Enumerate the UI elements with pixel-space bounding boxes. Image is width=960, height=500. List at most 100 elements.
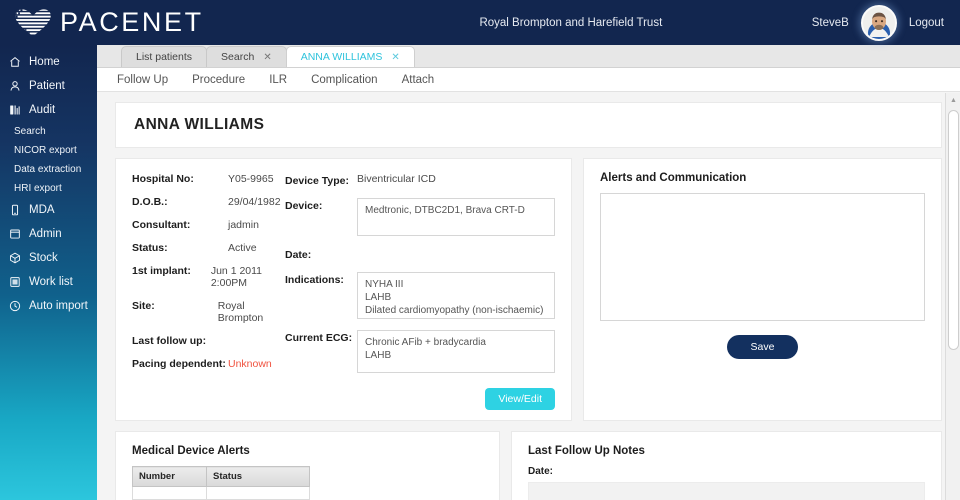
field-label: 1st implant:: [132, 265, 211, 277]
sidebar-item-search[interactable]: Search: [0, 122, 97, 141]
patient-name-card: ANNA WILLIAMS: [115, 102, 942, 148]
mda-notes-row: Medical Device Alerts Number Status: [115, 431, 942, 500]
sidebar-item-home[interactable]: Home: [0, 50, 97, 74]
box-cube-icon: [9, 252, 24, 264]
field-dob: D.O.B.: 29/04/1982: [132, 196, 285, 208]
field-value: Royal Brompton: [218, 300, 285, 324]
alerts-panel-title: Alerts and Communication: [600, 172, 925, 184]
subnav-item-follow-up[interactable]: Follow Up: [117, 74, 168, 86]
scrollbar-thumb[interactable]: [948, 110, 959, 350]
subnav-item-attach[interactable]: Attach: [402, 74, 435, 86]
patient-details-panel: Hospital No: Y05-9965 D.O.B.: 29/04/1982…: [115, 158, 572, 421]
tab-search[interactable]: Search ✕: [206, 46, 287, 67]
field-current-ecg: Current ECG:: [285, 330, 555, 373]
home-icon: [9, 56, 24, 68]
mobile-device-icon: [9, 204, 24, 216]
sidebar-item-patient[interactable]: Patient: [0, 74, 97, 98]
field-label: Status:: [132, 242, 228, 254]
field-first-implant: 1st implant: Jun 1 2011 2:00PM: [132, 265, 285, 289]
brand-logo-area[interactable]: PACENET: [0, 8, 330, 38]
notes-display-box: [528, 482, 925, 500]
cell-number: [133, 487, 207, 500]
top-header-bar: PACENET Royal Brompton and Harefield Tru…: [0, 0, 960, 45]
column-header-number[interactable]: Number: [133, 467, 207, 487]
field-device: Device:: [285, 198, 555, 236]
field-indications: Indications:: [285, 272, 555, 319]
notes-date-label: Date:: [528, 466, 925, 477]
field-label: Date:: [285, 247, 357, 261]
alerts-communication-panel: Alerts and Communication Save: [583, 158, 942, 421]
sidebar-item-label: Patient: [29, 80, 65, 92]
sidebar-item-auto-import[interactable]: Auto import: [0, 294, 97, 318]
person-icon: [9, 80, 24, 92]
save-button[interactable]: Save: [727, 335, 799, 359]
sidebar-item-audit[interactable]: Audit: [0, 98, 97, 122]
sidebar-item-label: Auto import: [29, 300, 88, 312]
sidebar-item-nicor-export[interactable]: NICOR export: [0, 141, 97, 160]
alerts-textarea[interactable]: [600, 193, 925, 321]
sidebar-item-label: Audit: [29, 104, 55, 116]
tab-label: ANNA WILLIAMS: [301, 51, 383, 63]
field-value: Jun 1 2011 2:00PM: [211, 265, 285, 289]
scrollable-body: ANNA WILLIAMS Hospital No: Y05-9965 D.O.…: [97, 92, 960, 500]
left-sidebar: Home Patient Audit Search NICOR export D…: [0, 45, 97, 500]
field-value: jadmin: [228, 219, 259, 231]
caret-up-icon[interactable]: ▲: [946, 93, 960, 108]
field-device-type: Device Type: Biventricular ICD: [285, 173, 555, 187]
medical-device-alerts-panel: Medical Device Alerts Number Status: [115, 431, 500, 500]
field-site: Site: Royal Brompton: [132, 300, 285, 324]
heart-lines-logo-icon: [14, 8, 52, 38]
device-input[interactable]: [357, 198, 555, 236]
field-pacing-dependent: Pacing dependent: Unknown: [132, 358, 285, 370]
window-icon: [9, 228, 24, 240]
field-value: Biventricular ICD: [357, 173, 436, 185]
status-badge: Unknown: [228, 358, 272, 370]
sidebar-item-label: Stock: [29, 252, 58, 264]
field-label: Device:: [285, 198, 357, 212]
tab-close-icon[interactable]: ✕: [391, 52, 399, 63]
field-hospital-no: Hospital No: Y05-9965: [132, 173, 285, 185]
current-ecg-input[interactable]: [357, 330, 555, 373]
main-content-area: List patients Search ✕ ANNA WILLIAMS ✕ F…: [97, 45, 960, 500]
sidebar-item-work-list[interactable]: Work list: [0, 270, 97, 294]
clipboard-chart-icon: [9, 104, 24, 116]
table-row[interactable]: [133, 487, 310, 500]
field-label: D.O.B.:: [132, 196, 228, 208]
sidebar-item-label: Home: [29, 56, 60, 68]
view-edit-button[interactable]: View/Edit: [485, 388, 555, 410]
column-header-status[interactable]: Status: [207, 467, 310, 487]
logout-link[interactable]: Logout: [909, 17, 944, 29]
brand-name: PACENET: [60, 9, 204, 36]
sidebar-item-stock[interactable]: Stock: [0, 246, 97, 270]
subnav-item-ilr[interactable]: ILR: [269, 74, 287, 86]
field-status: Status: Active: [132, 242, 285, 254]
current-user-name: SteveB: [812, 17, 849, 29]
sidebar-item-label: MDA: [29, 204, 55, 216]
tab-close-icon[interactable]: ✕: [263, 52, 271, 63]
sidebar-item-data-extraction[interactable]: Data extraction: [0, 160, 97, 179]
subnav-item-procedure[interactable]: Procedure: [192, 74, 245, 86]
sidebar-item-label: Work list: [29, 276, 73, 288]
vertical-scrollbar[interactable]: ▲ ▼: [945, 93, 960, 500]
sidebar-item-label: Admin: [29, 228, 62, 240]
sidebar-item-admin[interactable]: Admin: [0, 222, 97, 246]
field-label: Current ECG:: [285, 330, 357, 344]
tab-list-patients[interactable]: List patients: [121, 46, 207, 67]
field-value: Active: [228, 242, 257, 254]
list-window-icon: [9, 276, 24, 288]
sidebar-item-hri-export[interactable]: HRI export: [0, 179, 97, 198]
indications-input[interactable]: [357, 272, 555, 319]
page-title: ANNA WILLIAMS: [134, 116, 923, 134]
clock-icon: [9, 300, 24, 312]
tab-strip: List patients Search ✕ ANNA WILLIAMS ✕: [97, 45, 960, 68]
patient-details-left-column: Hospital No: Y05-9965 D.O.B.: 29/04/1982…: [132, 173, 285, 410]
sidebar-item-mda[interactable]: MDA: [0, 198, 97, 222]
tab-anna-williams[interactable]: ANNA WILLIAMS ✕: [286, 46, 415, 67]
field-value: 29/04/1982: [228, 196, 281, 208]
header-user-area: SteveB Logout: [812, 5, 960, 41]
avatar[interactable]: [861, 5, 897, 41]
mda-table: Number Status: [132, 466, 310, 500]
last-follow-up-notes-panel: Last Follow Up Notes Date:: [511, 431, 942, 500]
subnav-item-complication[interactable]: Complication: [311, 74, 377, 86]
sub-navigation: Follow Up Procedure ILR Complication Att…: [97, 68, 960, 92]
